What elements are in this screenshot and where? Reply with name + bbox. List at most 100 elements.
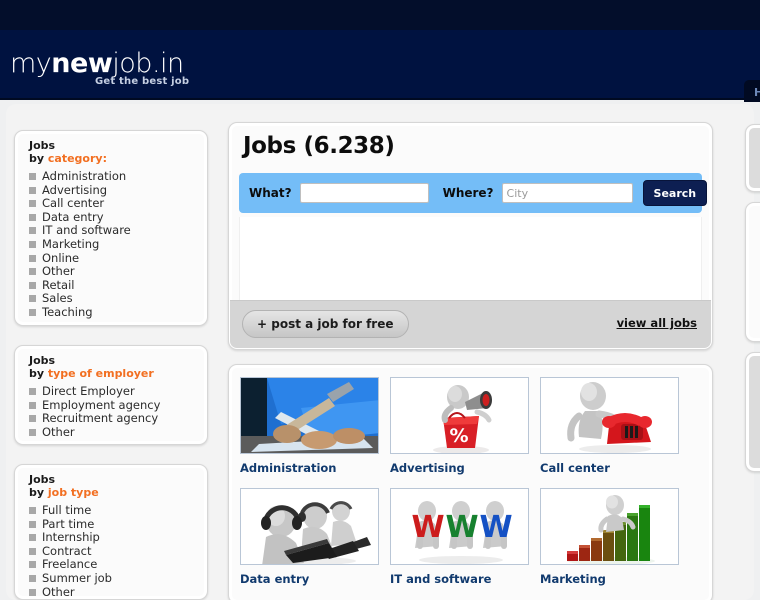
logo-new: new bbox=[51, 48, 113, 79]
sidebar-jobtype-list: Full time Part time Internship Contract … bbox=[15, 503, 207, 600]
list-item[interactable]: Summer job bbox=[29, 571, 207, 586]
sidebar-item-label: Other bbox=[42, 584, 75, 599]
sidebar-title-line1: Jobs bbox=[29, 354, 56, 367]
bullet-square-icon bbox=[29, 561, 36, 569]
list-item[interactable]: Full time bbox=[29, 503, 207, 518]
bullet-square-icon bbox=[29, 295, 36, 303]
list-item[interactable]: Other bbox=[29, 264, 207, 279]
list-item[interactable]: Data entry bbox=[29, 210, 207, 225]
bullet-square-icon bbox=[29, 213, 36, 221]
sidebar-block-title: Jobs by category: bbox=[15, 131, 207, 164]
category-tile-call-center[interactable]: Call center bbox=[540, 377, 679, 475]
sidebar-item-label: Teaching bbox=[42, 304, 93, 319]
jobs-search-panel: Jobs (6.238) What? Where? Search + post … bbox=[228, 122, 713, 350]
sidebar-block-title: Jobs by job type bbox=[15, 465, 207, 498]
list-item[interactable]: Recruitment agency bbox=[29, 411, 207, 426]
list-item[interactable]: Direct Employer bbox=[29, 384, 207, 399]
bullet-square-icon bbox=[29, 428, 36, 436]
top-strip bbox=[0, 0, 760, 30]
tile-label: Marketing bbox=[540, 572, 606, 586]
list-item[interactable]: Online bbox=[29, 250, 207, 266]
panel-footer: + post a job for free view all jobs bbox=[230, 300, 711, 348]
list-item[interactable]: Sales bbox=[29, 292, 207, 306]
sidebar-item-label: Administration bbox=[42, 169, 127, 183]
sidebar-title-line1: Jobs bbox=[29, 473, 56, 486]
category-tile-data-entry[interactable]: Data entry bbox=[240, 488, 379, 586]
call-center-telephone-icon bbox=[540, 377, 679, 454]
sidebar-item-label: Call center bbox=[42, 196, 105, 211]
right-sidebar-block-1[interactable] bbox=[745, 124, 760, 192]
search-what-input[interactable] bbox=[299, 183, 429, 203]
sidebar-item-label: IT and software bbox=[42, 223, 131, 238]
tile-label: Call center bbox=[540, 461, 610, 475]
what-label: What? bbox=[249, 186, 292, 200]
sidebar-item-label: Full time bbox=[42, 503, 92, 517]
sidebar-item-label: Advertising bbox=[42, 182, 108, 197]
sidebar-item-label: Other bbox=[42, 424, 75, 439]
list-item[interactable]: IT and software bbox=[29, 224, 207, 238]
category-tile-it-and-software[interactable]: W W W IT and software bbox=[390, 488, 529, 586]
tile-label: IT and software bbox=[390, 572, 492, 586]
bullet-square-icon bbox=[29, 268, 36, 276]
site-logo[interactable]: mynewjob.in bbox=[10, 48, 184, 79]
category-tiles-panel: Administration % Advertising Call center… bbox=[228, 364, 713, 600]
list-item[interactable]: Other bbox=[29, 424, 207, 440]
where-label: Where? bbox=[442, 186, 494, 200]
view-all-jobs-link[interactable]: view all jobs bbox=[617, 316, 697, 330]
search-button[interactable]: Search bbox=[642, 180, 708, 206]
list-item[interactable]: Advertising bbox=[29, 182, 207, 198]
sidebar-block-title: Jobs by type of employer bbox=[15, 346, 207, 379]
logo-my: my bbox=[10, 48, 52, 79]
right-sidebar-block-3[interactable] bbox=[745, 352, 760, 472]
advertising-megaphone-icon: % bbox=[390, 377, 529, 454]
bullet-square-icon bbox=[29, 388, 36, 395]
list-item[interactable]: Employment agency bbox=[29, 398, 207, 413]
list-item[interactable]: Contract bbox=[29, 544, 207, 559]
bullet-square-icon bbox=[29, 520, 36, 528]
list-item[interactable]: Marketing bbox=[29, 236, 207, 252]
list-item[interactable]: Administration bbox=[29, 169, 207, 184]
sidebar-item-label: Direct Employer bbox=[42, 384, 135, 398]
category-tiles-grid: Administration % Advertising Call center… bbox=[240, 377, 700, 586]
sidebar-item-label: Marketing bbox=[42, 236, 100, 251]
category-tile-administration[interactable]: Administration bbox=[240, 377, 379, 475]
sidebar-item-label: Sales bbox=[42, 291, 73, 306]
list-item[interactable]: Internship bbox=[29, 530, 207, 545]
sidebar-block-employer-type: Jobs by type of employer Direct Employer… bbox=[14, 345, 208, 445]
list-item[interactable]: Freelance bbox=[29, 558, 207, 572]
bullet-square-icon bbox=[29, 200, 36, 208]
svg-text:W: W bbox=[479, 510, 512, 545]
list-item[interactable]: Part time bbox=[29, 516, 207, 532]
sidebar-item-label: Internship bbox=[42, 530, 100, 545]
svg-text:W: W bbox=[445, 510, 478, 545]
list-item[interactable]: Retail bbox=[29, 277, 207, 293]
bullet-square-icon bbox=[29, 308, 36, 316]
svg-text:%: % bbox=[449, 425, 468, 447]
bullet-square-icon bbox=[29, 574, 36, 582]
site-header: mynewjob.in Get the best job H bbox=[0, 30, 760, 106]
sidebar-title-accent: job type bbox=[47, 486, 99, 499]
search-where-input[interactable] bbox=[501, 183, 633, 203]
sidebar-item-label: Retail bbox=[42, 277, 75, 292]
bullet-square-icon bbox=[29, 254, 36, 262]
list-item[interactable]: Teaching bbox=[29, 304, 207, 320]
bullet-square-icon bbox=[29, 507, 36, 514]
list-item[interactable]: Call center bbox=[29, 196, 207, 211]
sidebar-item-label: Part time bbox=[42, 516, 95, 531]
list-item[interactable]: Other bbox=[29, 584, 207, 600]
bullet-square-icon bbox=[29, 534, 36, 542]
tile-label: Administration bbox=[240, 461, 337, 475]
tile-label: Advertising bbox=[390, 461, 465, 475]
bullet-square-icon bbox=[29, 547, 36, 555]
bullet-square-icon bbox=[29, 588, 36, 596]
bullet-square-icon bbox=[29, 415, 36, 423]
category-tile-marketing[interactable]: Marketing bbox=[540, 488, 679, 586]
www-letters-figures-icon: W W W bbox=[390, 488, 529, 565]
category-tile-advertising[interactable]: % Advertising bbox=[390, 377, 529, 475]
post-job-button[interactable]: + post a job for free bbox=[242, 310, 409, 338]
sidebar-item-label: Online bbox=[42, 250, 80, 265]
bullet-square-icon bbox=[29, 281, 36, 289]
sidebar-title-prefix: by bbox=[29, 367, 48, 380]
right-sidebar-block-2[interactable] bbox=[745, 202, 760, 342]
job-search-bar: What? Where? Search bbox=[239, 173, 708, 213]
